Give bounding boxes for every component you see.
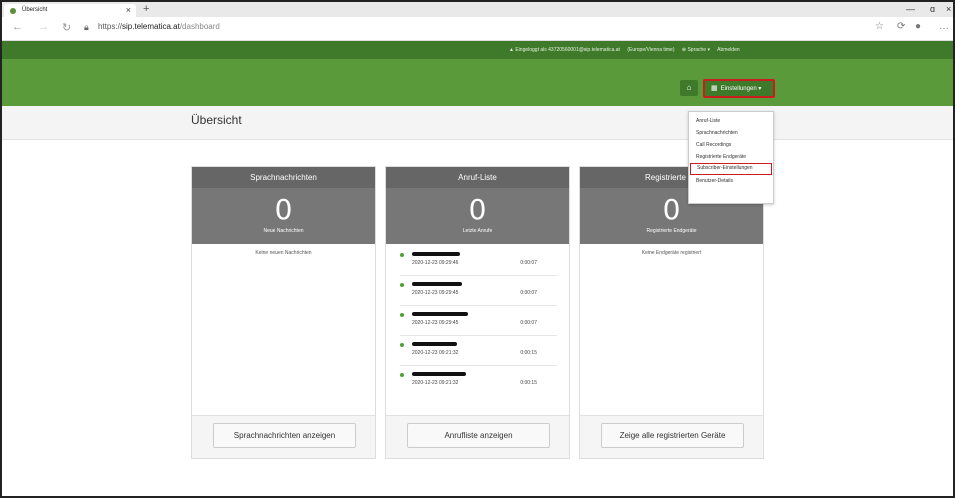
- language-menu[interactable]: ⊕ Sprache ▾: [682, 47, 710, 53]
- timezone-text: (Europe/Vienna time): [627, 47, 675, 53]
- user-info-bar: ▲ Eingeloggt als 43720560001@sip.telemat…: [2, 41, 953, 59]
- card-footer: Anrufliste anzeigen: [386, 416, 569, 458]
- settings-dropdown-button[interactable]: ▦ Einstellungen ▾: [703, 79, 775, 98]
- redacted-number: [412, 252, 460, 256]
- call-duration: 0:00:15: [520, 380, 537, 386]
- call-duration: 0:00:07: [520, 290, 537, 296]
- page-title: Übersicht: [191, 113, 242, 127]
- url-field[interactable]: https://sip.telematica.at/dashboard: [98, 22, 220, 31]
- home-button[interactable]: ⌂: [680, 80, 698, 96]
- favorite-star-icon[interactable]: ☆: [875, 21, 884, 32]
- redacted-number: [412, 372, 466, 376]
- browser-window: Übersicht × + — ɑ × ← → ↻ 🔒︎ https://sip…: [0, 0, 955, 498]
- app-header: ⌂ ▦ Einstellungen ▾: [2, 59, 953, 106]
- maximize-icon[interactable]: ɑ: [930, 2, 935, 16]
- menu-item-call-list[interactable]: Anruf-Liste: [689, 115, 773, 127]
- incoming-call-icon: [400, 343, 404, 347]
- card-count-label: Letzte Anrufe: [462, 228, 493, 234]
- call-list-item[interactable]: 2020-12-23 09:21:32 0:00:15: [400, 366, 557, 396]
- call-list-item[interactable]: 2020-12-23 09:29:45 0:00:07: [400, 306, 557, 336]
- voicemail-card: Sprachnachrichten 0 Neue Nachrichten Kei…: [191, 166, 376, 459]
- tab-close-icon[interactable]: ×: [126, 4, 131, 17]
- tab-title: Übersicht: [22, 7, 48, 13]
- minimize-icon[interactable]: —: [906, 2, 915, 16]
- logged-in-text: ▲ Eingeloggt als 43720560001@sip.telemat…: [509, 47, 620, 53]
- window-close-icon[interactable]: ×: [946, 2, 951, 16]
- card-count: 0: [468, 193, 487, 226]
- forward-icon[interactable]: →: [38, 21, 49, 33]
- redacted-number: [412, 312, 468, 316]
- call-list-card: Anruf-Liste 0 Letzte Anrufe 2020-12-23 0…: [385, 166, 570, 459]
- card-count: 0: [274, 193, 293, 226]
- call-duration: 0:00:07: [520, 260, 537, 266]
- incoming-call-icon: [400, 253, 404, 257]
- call-duration: 0:00:15: [520, 350, 537, 356]
- url-host: sip.telematica.at: [122, 22, 180, 31]
- favicon-icon: [10, 8, 16, 14]
- call-date: 2020-12-23 09:21:32: [412, 350, 459, 356]
- settings-label: Einstellungen ▾: [720, 86, 762, 92]
- incoming-call-icon: [400, 313, 404, 317]
- call-list-item[interactable]: 2020-12-23 09:29:46 0:00:07: [400, 246, 557, 276]
- show-call-list-button[interactable]: Anrufliste anzeigen: [407, 423, 550, 448]
- call-date: 2020-12-23 09:29:45: [412, 290, 459, 296]
- call-date: 2020-12-23 09:21:32: [412, 380, 459, 386]
- empty-text: Keine Endgeräte registriert: [641, 250, 702, 256]
- more-menu-icon[interactable]: …: [939, 21, 949, 32]
- grid-icon: ▦: [711, 85, 718, 92]
- call-date: 2020-12-23 09:29:45: [412, 320, 459, 326]
- show-devices-button[interactable]: Zeige alle registrierten Geräte: [601, 423, 744, 448]
- logout-link[interactable]: Abmelden: [717, 47, 740, 53]
- card-body: Keine Endgeräte registriert: [580, 244, 763, 416]
- show-voicemail-button[interactable]: Sprachnachrichten anzeigen: [213, 423, 356, 448]
- lock-icon[interactable]: 🔒︎: [84, 22, 89, 33]
- new-tab-button[interactable]: +: [143, 2, 149, 16]
- card-footer: Sprachnachrichten anzeigen: [192, 416, 375, 458]
- card-body: 2020-12-23 09:29:46 0:00:07 2020-12-23 0…: [386, 244, 569, 416]
- card-footer: Zeige alle registrierten Geräte: [580, 416, 763, 458]
- sync-icon[interactable]: ⟳: [897, 21, 905, 32]
- address-bar: ← → ↻ 🔒︎ https://sip.telematica.at/dashb…: [2, 17, 953, 41]
- card-count-label: Registrierte Endgeräte: [646, 228, 697, 234]
- call-duration: 0:00:07: [520, 320, 537, 326]
- call-date: 2020-12-23 09:29:46: [412, 260, 459, 266]
- call-list-item[interactable]: 2020-12-23 09:21:32 0:00:15: [400, 336, 557, 366]
- menu-item-user-details[interactable]: Benutzer-Details: [689, 175, 773, 187]
- home-icon: ⌂: [686, 83, 692, 92]
- card-count-panel: 0 Neue Nachrichten: [192, 188, 375, 244]
- url-path: /dashboard: [179, 22, 220, 31]
- browser-tab[interactable]: Übersicht ×: [4, 4, 136, 17]
- tab-strip: Übersicht × + — ɑ ×: [2, 2, 953, 17]
- url-scheme: https://: [98, 22, 123, 31]
- profile-avatar-icon[interactable]: ●: [915, 21, 921, 32]
- redacted-number: [412, 342, 457, 346]
- page-title-bar: Übersicht: [2, 106, 953, 140]
- menu-item-subscriber-settings[interactable]: Subscriber-Einstellungen: [690, 163, 772, 175]
- menu-item-registered-devices[interactable]: Registrierte Endgeräte: [689, 151, 773, 163]
- card-count-panel: 0 Letzte Anrufe: [386, 188, 569, 244]
- menu-item-voicemail[interactable]: Sprachnachrichten: [689, 127, 773, 139]
- reload-icon[interactable]: ↻: [62, 21, 71, 34]
- card-title: Anruf-Liste: [386, 167, 569, 188]
- registered-devices-card: Registrierte En 0 Registrierte Endgeräte…: [579, 166, 764, 459]
- incoming-call-icon: [400, 283, 404, 287]
- incoming-call-icon: [400, 373, 404, 377]
- redacted-number: [412, 282, 462, 286]
- card-body: Keine neuen Nachrichten: [192, 244, 375, 416]
- menu-item-call-recordings[interactable]: Call Recordings: [689, 139, 773, 151]
- card-title: Sprachnachrichten: [192, 167, 375, 188]
- back-icon[interactable]: ←: [12, 21, 23, 33]
- call-list-item[interactable]: 2020-12-23 09:29:45 0:00:07: [400, 276, 557, 306]
- card-count-label: Neue Nachrichten: [263, 228, 304, 234]
- empty-text: Keine neuen Nachrichten: [255, 250, 312, 256]
- settings-dropdown-menu: Anruf-Liste Sprachnachrichten Call Recor…: [688, 111, 774, 204]
